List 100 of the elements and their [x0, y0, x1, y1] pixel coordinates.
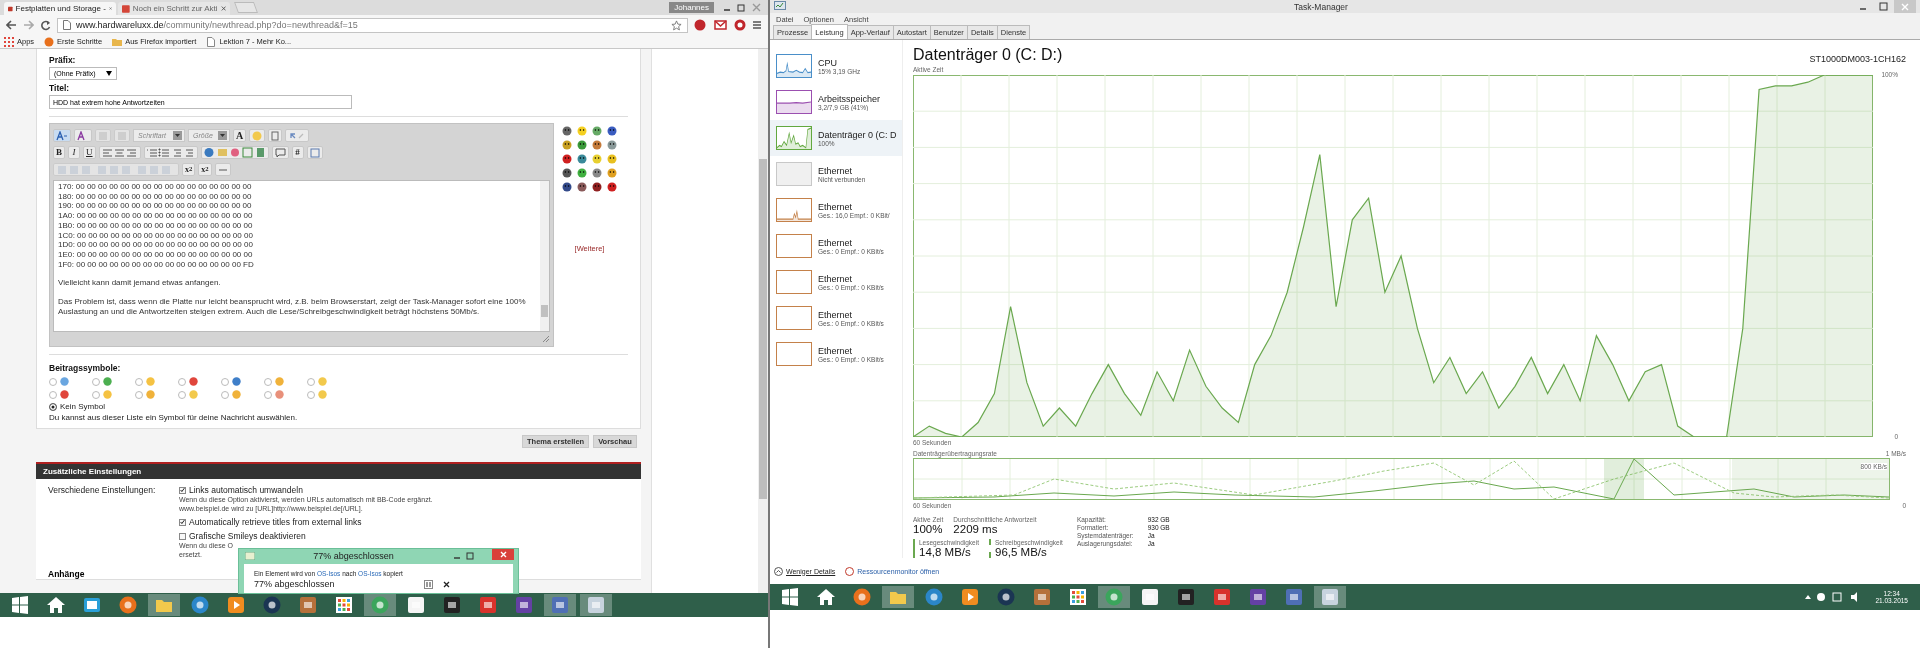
message-textarea[interactable]: [53, 180, 550, 332]
star-icon[interactable]: [671, 19, 682, 31]
radio-button[interactable]: [264, 377, 272, 386]
taskbar-button[interactable]: [580, 594, 612, 616]
smiley-icon[interactable]: [562, 182, 572, 192]
radio-label: Kein Symbol: [60, 402, 105, 411]
scrollbar[interactable]: [758, 49, 768, 593]
text-mode-icon: [56, 130, 68, 141]
dropdown-arrow-icon: [173, 131, 182, 140]
script-button[interactable]: x$^{2}$: [198, 163, 212, 176]
close-icon[interactable]: [443, 580, 450, 588]
grid-icon: [334, 595, 354, 615]
smiley-icon[interactable]: [577, 168, 587, 178]
back-arrow-icon[interactable]: [6, 20, 17, 30]
resource-name: Ethernet: [818, 237, 854, 248]
collapse-icon: [774, 566, 783, 576]
radio-button[interactable]: [221, 390, 229, 399]
browser-icon: [118, 595, 138, 615]
smiley-icon[interactable]: [607, 182, 617, 192]
smiley-icon[interactable]: [562, 154, 572, 164]
resource-name: Datenträger 0 (C: D: [818, 129, 897, 140]
monitor-icon: [586, 595, 606, 615]
smiley-icon[interactable]: [607, 154, 617, 164]
menu-icon[interactable]: [752, 20, 762, 30]
adblock-icon[interactable]: [694, 19, 708, 31]
smiley-icon[interactable]: [592, 140, 602, 150]
radio-button[interactable]: [307, 390, 315, 399]
monitor-icon: [845, 566, 855, 576]
radio-button[interactable]: [135, 377, 143, 386]
radio-button[interactable]: [92, 390, 100, 399]
smiley-icon[interactable]: [562, 140, 572, 150]
smiley-icon[interactable]: [607, 168, 617, 178]
radio-button[interactable]: [221, 377, 229, 386]
browser-tab[interactable]: Noch ein Schritt zur Akti: [118, 2, 230, 15]
radio-button[interactable]: [178, 377, 186, 386]
format-button[interactable]: U: [83, 146, 96, 159]
smiley-icon: [252, 130, 263, 141]
radio-button[interactable]: [264, 390, 272, 399]
smiley-icon[interactable]: [562, 168, 572, 178]
checkbox[interactable]: [179, 518, 186, 526]
page-icon: [63, 20, 71, 30]
address-bar[interactable]: www.hardwareluxx.de/community/newthread.php?do=newthread&f=15: [57, 17, 688, 33]
radio-button[interactable]: [49, 390, 57, 399]
toolbar-button[interactable]: [74, 129, 92, 142]
smiley-icon[interactable]: [592, 154, 602, 164]
smiley-icon[interactable]: [577, 126, 587, 136]
clipboard-icon: [117, 130, 127, 141]
radio-button[interactable]: [92, 377, 100, 386]
radio-button[interactable]: [135, 390, 143, 399]
resize-grip-icon[interactable]: [542, 335, 550, 343]
text-line: 1A0: 00 00 00 00 00 00 00 00 00 00 00 00 00 00 00 00: [58, 211, 254, 221]
toolbar-button[interactable]: [200, 146, 269, 159]
profile-name[interactable]: Johannes: [669, 2, 714, 13]
message-paragraph: Das Problem ist, dass wenn die Platte nur leicht beansprucht wird, z.B. beim Browserstart, zeigt der Task-Manager sofort eine 100% Auslastung an und die Antwortzeiten steigen extrem. Auch die Lese/Schreibgeschwindigkeit beträgt höchstens 50Mb/s.: [58, 297, 527, 318]
windows-logo-icon: [780, 587, 800, 607]
smiley-icon[interactable]: [577, 182, 587, 192]
code-button[interactable]: #: [291, 146, 304, 159]
radio-button[interactable]: [307, 377, 315, 386]
close-button[interactable]: [492, 549, 514, 560]
pause-icon[interactable]: [424, 579, 433, 589]
toolbar-button[interactable]: [271, 146, 289, 159]
align-icon: [101, 147, 138, 158]
browser-icon: [852, 587, 872, 607]
disk-heading: Datenträger 0 (C: D:): [913, 46, 1063, 64]
smiley-icon[interactable]: [592, 182, 602, 192]
radio-button[interactable]: [49, 377, 57, 386]
radio-button[interactable]: [178, 390, 186, 399]
picture-icon: [1284, 587, 1304, 607]
shaded-band: [1604, 459, 1644, 499]
resource-name: CPU: [818, 57, 838, 68]
mail-icon[interactable]: [714, 19, 728, 31]
reload-icon[interactable]: [40, 19, 51, 31]
record-icon[interactable]: [734, 19, 746, 31]
resource-name: Arbeitsspeicher: [818, 93, 881, 104]
checkbox[interactable]: [179, 532, 186, 540]
url-text: www.hardwareluxx.de/community/newthread.php?do=newthread&f=15: [76, 20, 358, 30]
dropdown-arrow-icon: [106, 71, 112, 76]
radio-button[interactable]: [49, 402, 57, 411]
smiley-icon[interactable]: [607, 140, 617, 150]
clipboard-icon: [98, 130, 108, 141]
smiley-icon[interactable]: [577, 154, 587, 164]
text-line: 1D0: 00 00 00 00 00 00 00 00 00 00 00 00 00 00 00 00: [58, 240, 254, 250]
toolbar-button[interactable]: [53, 129, 71, 142]
format-button[interactable]: I: [68, 146, 80, 159]
insert-icon: [203, 147, 266, 158]
browser-tab[interactable]: Festplatten und Storage -: [4, 2, 116, 15]
envelope-icon: [82, 595, 102, 615]
smiley-icon[interactable]: [592, 168, 602, 178]
smiley-icon[interactable]: [577, 140, 587, 150]
checkbox[interactable]: [179, 486, 186, 494]
browser-icon: [1104, 587, 1124, 607]
taskbar-button[interactable]: [1314, 586, 1346, 608]
window-controls-icon[interactable]: [722, 2, 762, 13]
apps-grid-icon: [4, 36, 14, 47]
format-button[interactable]: B: [53, 146, 65, 159]
scrollbar[interactable]: [540, 181, 549, 331]
smiley-icon[interactable]: [562, 126, 572, 136]
smiley-icon[interactable]: [607, 126, 617, 136]
font-color-button[interactable]: A: [233, 129, 247, 142]
smiley-icon[interactable]: [592, 126, 602, 136]
